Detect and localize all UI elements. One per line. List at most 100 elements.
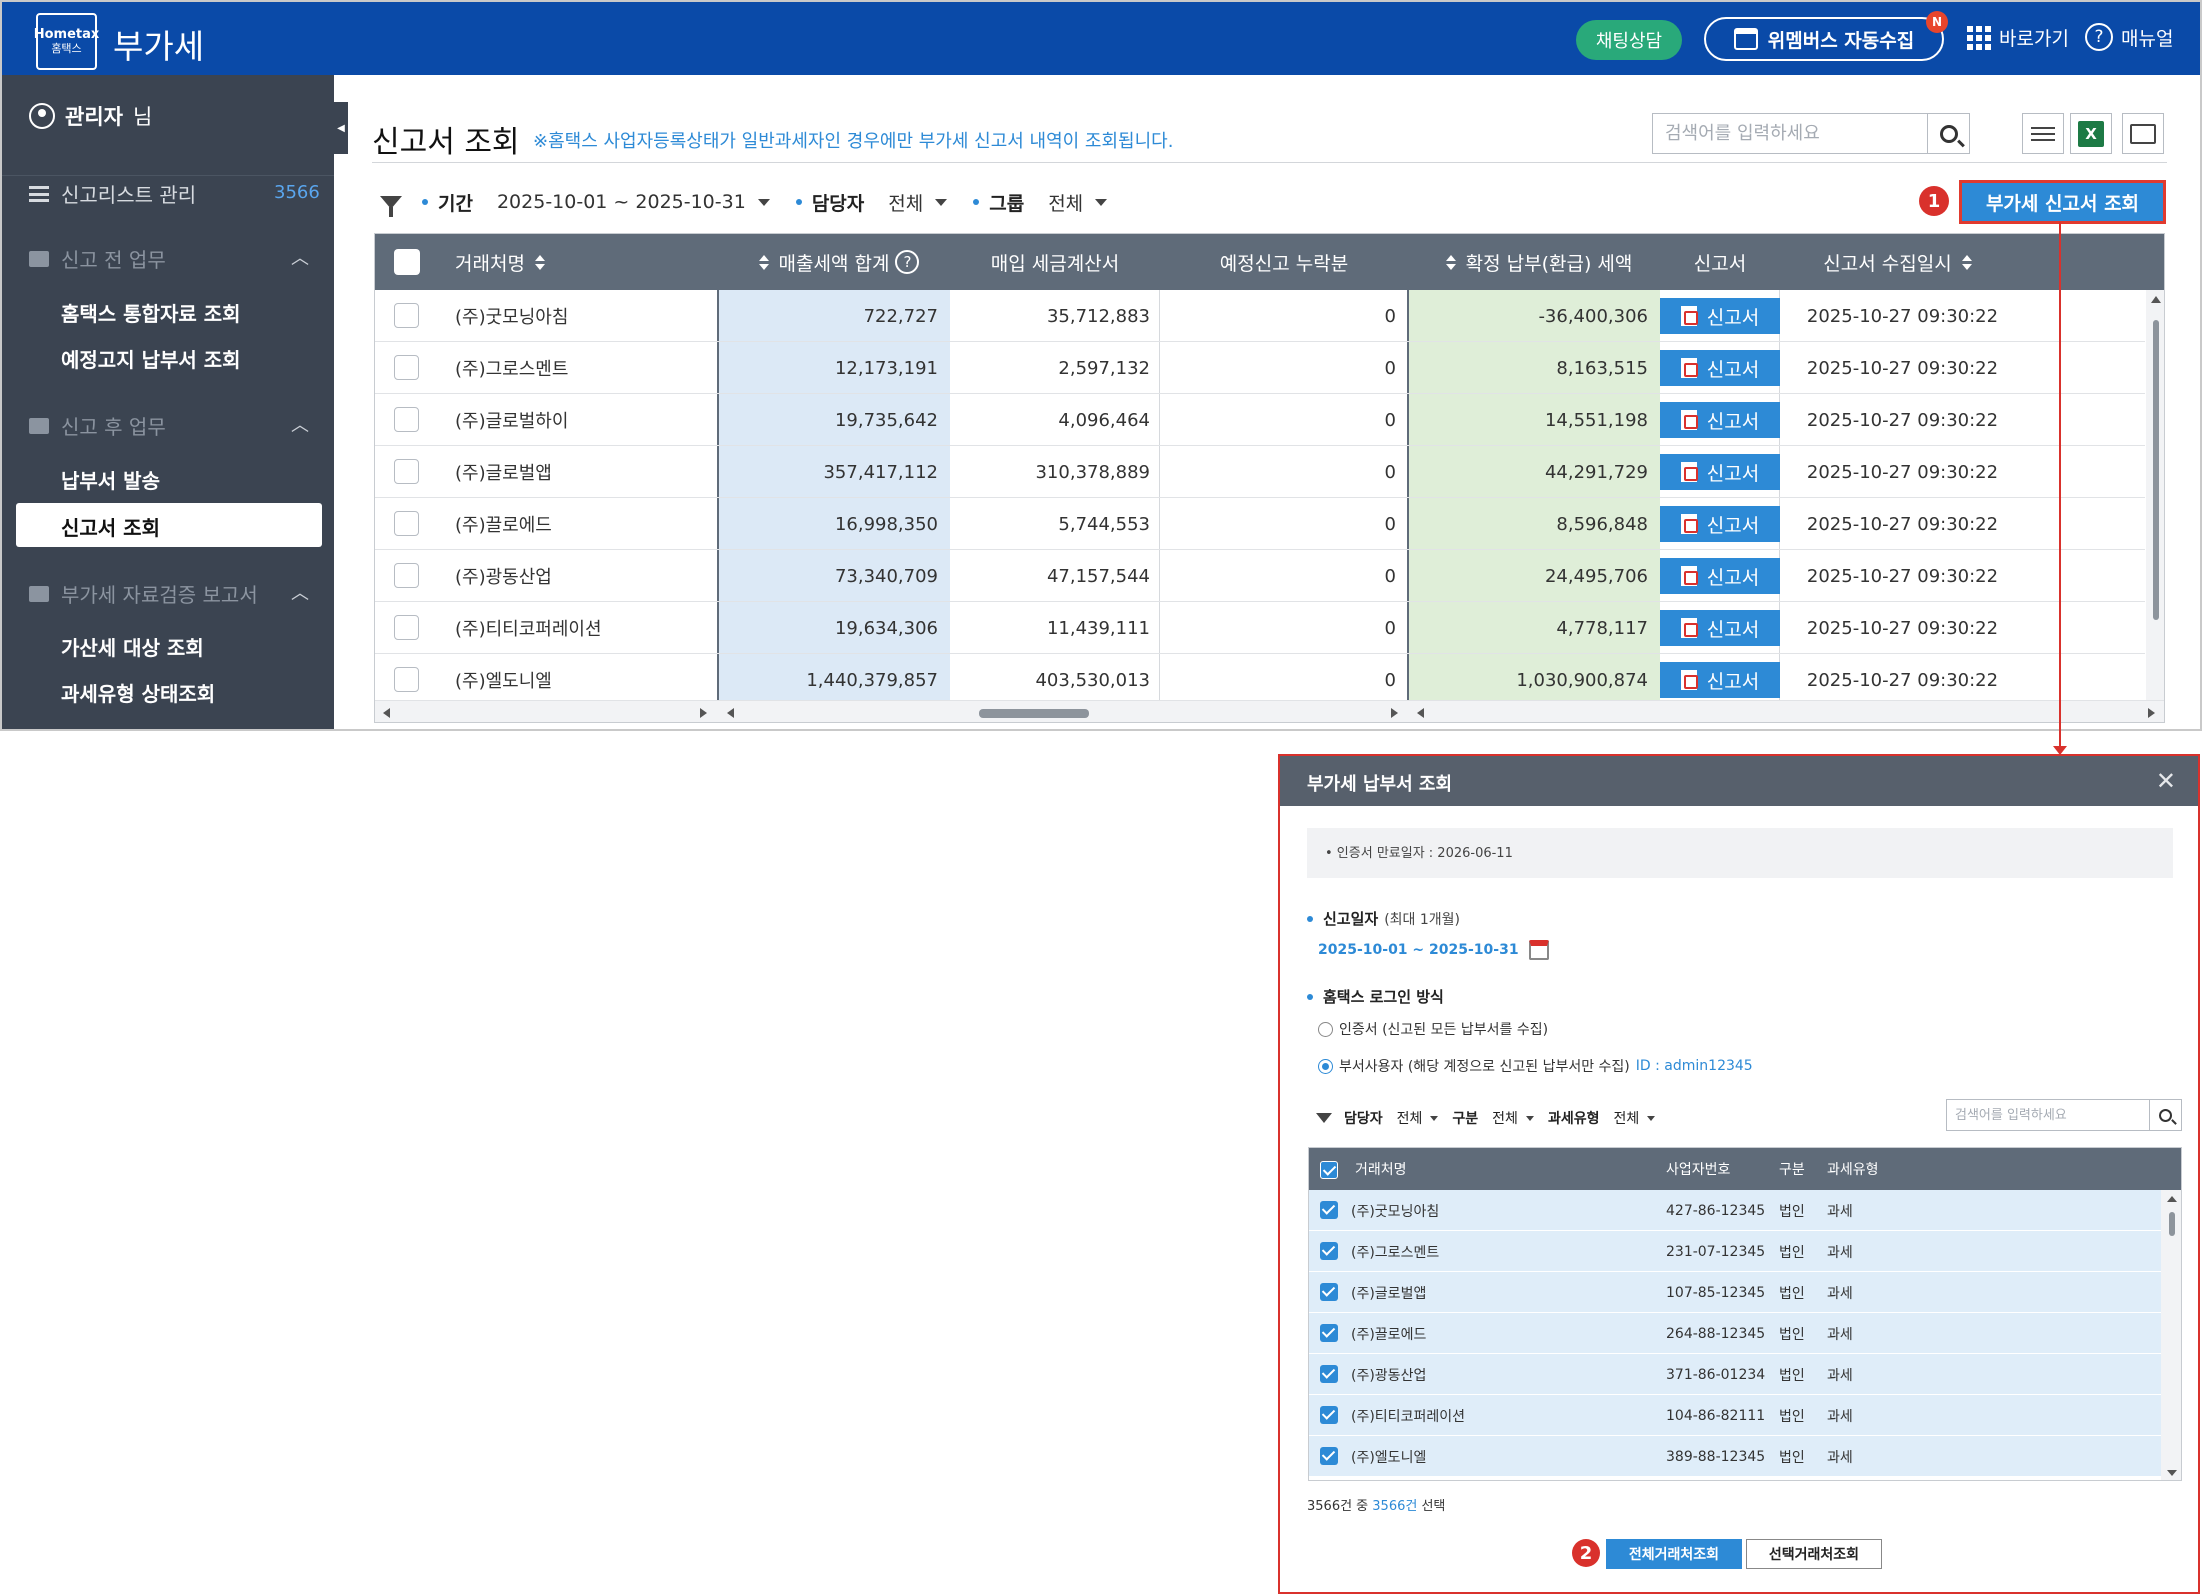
table-row[interactable]: (주)엘도니엘 1,440,379,857 403,530,013 0 1,030,90… (375, 654, 2145, 706)
row-checkbox[interactable] (394, 615, 419, 640)
row-checkbox[interactable] (394, 407, 419, 432)
filter-tax-select[interactable]: 전체 (1613, 1108, 1639, 1128)
excel-download-button[interactable]: X (2070, 113, 2112, 154)
calendar-icon[interactable] (1528, 940, 1549, 960)
table-row[interactable]: (주)끌로에드 16,998,350 5,744,553 0 8,596,848 2025… (375, 498, 2145, 550)
row-checkbox[interactable] (1320, 1365, 1338, 1383)
scroll-up-icon[interactable] (2167, 1196, 2177, 1202)
row-checkbox[interactable] (394, 667, 419, 692)
radio-button[interactable] (1318, 1058, 1333, 1074)
report-date-range[interactable]: 2025-10-01 ~ 2025-10-31 (1318, 940, 1549, 960)
help-circle-icon[interactable]: ? (895, 250, 920, 274)
folder-button[interactable] (2122, 113, 2164, 154)
vat-report-inquiry-button[interactable]: 부가세 신고서 조회 (1959, 180, 2166, 224)
report-pdf-button[interactable]: 신고서 (1660, 350, 1780, 386)
horizontal-scrollbar[interactable] (375, 700, 2164, 722)
scroll-right-icon[interactable] (700, 708, 707, 718)
row-checkbox[interactable] (394, 303, 419, 328)
row-checkbox[interactable] (394, 459, 419, 484)
report-pdf-button[interactable]: 신고서 (1660, 506, 1780, 542)
client-row[interactable]: (주)굿모닝아침 427-86-12345 법인 과세 (1309, 1190, 2161, 1231)
table-row[interactable]: (주)굿모닝아침 722,727 35,712,883 0 -36,400,306 202… (375, 290, 2145, 342)
sidebar-item-tax-type-status[interactable]: 과세유형 상태조회 (61, 678, 215, 707)
row-checkbox[interactable] (1320, 1201, 1338, 1219)
shortcut-button[interactable]: 바로가기 (1967, 24, 2069, 51)
group-select[interactable]: 전체 (1048, 189, 1083, 216)
client-row[interactable]: (주)그로스멘트 231-07-12345 법인 과세 (1309, 1231, 2161, 1272)
modal-search-button[interactable] (2149, 1100, 2181, 1130)
chevron-down-icon[interactable] (1647, 1115, 1656, 1121)
row-checkbox[interactable] (1320, 1242, 1338, 1260)
search-input[interactable] (1653, 114, 1923, 153)
hometax-logo[interactable]: Hometax 홈택스 (34, 13, 99, 70)
sidebar-item-scheduled-notice[interactable]: 예정고지 납부서 조회 (61, 344, 241, 373)
chevron-down-icon[interactable] (1095, 198, 1108, 206)
client-row[interactable]: (주)엘도니엘 389-88-12345 법인 과세 (1309, 1436, 2161, 1477)
manager-select[interactable]: 전체 (888, 189, 923, 216)
search-button[interactable] (1927, 114, 1969, 153)
row-checkbox[interactable] (1320, 1283, 1338, 1301)
row-checkbox[interactable] (394, 355, 419, 380)
select-all-checkbox[interactable] (1320, 1161, 1338, 1179)
scroll-left-icon[interactable] (1417, 708, 1424, 718)
row-checkbox[interactable] (1320, 1447, 1338, 1465)
scroll-left-icon[interactable] (727, 708, 734, 718)
list-view-button[interactable] (2022, 113, 2064, 154)
wemembus-auto-collect-button[interactable]: 위멤버스 자동수집 (1704, 17, 1944, 61)
manual-button[interactable]: ? 매뉴얼 (2085, 23, 2173, 51)
report-pdf-button[interactable]: 신고서 (1660, 558, 1780, 594)
column-header-payable[interactable]: 확정 납부(환급) 세액 (1408, 234, 1660, 290)
scroll-down-icon[interactable] (2167, 1470, 2177, 1476)
sidebar-group-post-report[interactable]: 신고 후 업무 ︿ (29, 411, 319, 440)
column-header-collected[interactable]: 신고서 수집일시 (1780, 234, 2025, 290)
chat-consult-button[interactable]: 채팅상담 (1576, 20, 1682, 60)
column-header-name[interactable]: 거래처명 (455, 234, 717, 290)
table-row[interactable]: (주)그로스멘트 12,173,191 2,597,132 0 8,163,515 202… (375, 342, 2145, 394)
sidebar-group-pre-report[interactable]: 신고 전 업무 ︿ (29, 244, 319, 273)
modal-search-input[interactable] (1947, 1100, 2147, 1130)
chevron-down-icon[interactable] (935, 198, 948, 206)
scroll-left-icon[interactable] (383, 708, 390, 718)
selected-clients-inquiry-button[interactable]: 선택거래처조회 (1746, 1539, 1882, 1569)
chevron-down-icon[interactable] (1430, 1115, 1439, 1121)
report-pdf-button[interactable]: 신고서 (1660, 298, 1780, 334)
select-all-checkbox[interactable] (394, 249, 420, 275)
table-row[interactable]: (주)광동산업 73,340,709 47,157,544 0 24,495,706 20… (375, 550, 2145, 602)
report-pdf-button[interactable]: 신고서 (1660, 454, 1780, 490)
table-row[interactable]: (주)글로벌하이 19,735,642 4,096,464 0 14,551,198 20… (375, 394, 2145, 446)
filter-type-select[interactable]: 전체 (1492, 1108, 1518, 1128)
sidebar-group-verification[interactable]: 부가세 자료검증 보고서 ︿ (29, 579, 319, 608)
client-row[interactable]: (주)글로벌앱 107-85-12345 법인 과세 (1309, 1272, 2161, 1313)
column-header-sales-tax[interactable]: 매출세액 합계 ? (718, 234, 950, 290)
scroll-thumb[interactable] (979, 709, 1089, 718)
report-pdf-button[interactable]: 신고서 (1660, 662, 1780, 698)
vertical-scrollbar[interactable] (2146, 290, 2164, 722)
scroll-up-icon[interactable] (2151, 296, 2161, 303)
report-pdf-button[interactable]: 신고서 (1660, 402, 1780, 438)
chevron-down-icon[interactable] (1525, 1115, 1534, 1121)
row-checkbox[interactable] (1320, 1406, 1338, 1424)
radio-button[interactable] (1318, 1021, 1333, 1037)
row-checkbox[interactable] (1320, 1324, 1338, 1342)
client-row[interactable]: (주)광동산업 371-86-01234 법인 과세 (1309, 1354, 2161, 1395)
filter-manager-select[interactable]: 전체 (1397, 1108, 1423, 1128)
scroll-thumb[interactable] (2153, 320, 2159, 620)
sidebar-item-report-list[interactable]: 신고리스트 관리 (29, 179, 196, 208)
scroll-thumb[interactable] (2169, 1212, 2175, 1236)
sidebar-item-penalty-target[interactable]: 가산세 대상 조회 (61, 632, 204, 661)
sidebar-item-send-bill[interactable]: 납부서 발송 (61, 465, 160, 494)
scroll-right-icon[interactable] (1391, 708, 1398, 718)
table-row[interactable]: (주)글로벌앱 357,417,112 310,378,889 0 44,291,729… (375, 446, 2145, 498)
all-clients-inquiry-button[interactable]: 전체거래처조회 (1606, 1539, 1742, 1569)
radio-certificate[interactable]: 인증서 (신고된 모든 납부서를 수집) (1318, 1019, 1548, 1039)
vertical-scrollbar[interactable] (2161, 1190, 2181, 1480)
period-select[interactable]: 2025-10-01 ~ 2025-10-31 (497, 191, 746, 213)
row-checkbox[interactable] (394, 511, 419, 536)
sidebar-item-report-inquiry[interactable]: 신고서 조회 (16, 503, 322, 547)
client-row[interactable]: (주)티티코퍼레이션 104-86-82111 법인 과세 (1309, 1395, 2161, 1436)
report-pdf-button[interactable]: 신고서 (1660, 610, 1780, 646)
radio-department-user[interactable]: 부서사용자 (해당 계정으로 신고된 납부서만 수집) ID : admin12… (1318, 1056, 1753, 1076)
chevron-down-icon[interactable] (757, 198, 770, 206)
table-row[interactable]: (주)티티코퍼레이션 19,634,306 11,439,111 0 4,778,117… (375, 602, 2145, 654)
close-icon[interactable]: ✕ (2156, 767, 2176, 795)
